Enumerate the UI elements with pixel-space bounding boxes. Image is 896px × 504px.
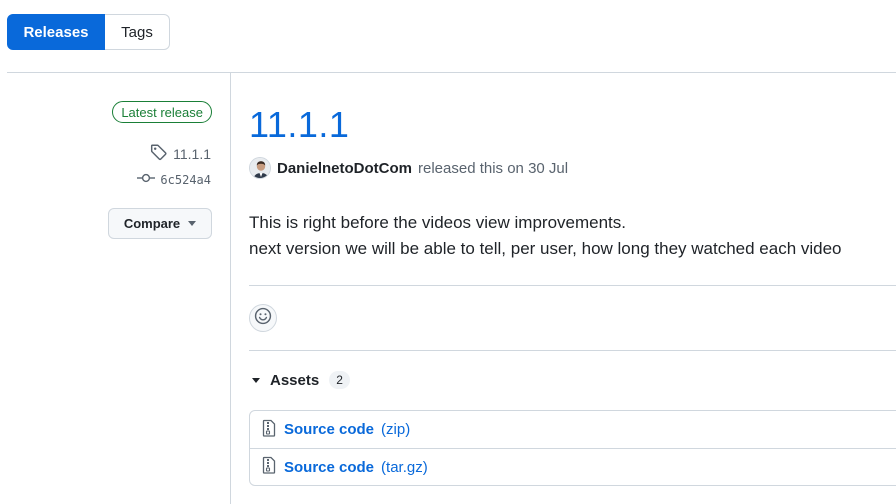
tab-tags[interactable]: Tags <box>105 14 170 50</box>
release-notes-line: This is right before the videos view imp… <box>249 213 626 232</box>
release-notes-line: next version we will be able to tell, pe… <box>249 239 842 258</box>
asset-ext: (zip) <box>381 421 411 438</box>
asset-source-targz[interactable]: Source code (tar.gz) <box>250 448 896 485</box>
tag-label: 11.1.1 <box>173 145 211 162</box>
commit-sha: 6c524a4 <box>160 172 211 187</box>
avatar[interactable] <box>249 157 271 179</box>
chevron-down-icon <box>188 221 197 226</box>
smiley-icon <box>254 307 272 330</box>
assets-count: 2 <box>329 371 350 389</box>
asset-ext: (tar.gz) <box>381 458 428 476</box>
author-name[interactable]: DanielnetoDotCom <box>277 160 412 177</box>
tab-releases[interactable]: Releases <box>7 14 105 50</box>
tag-link[interactable]: 11.1.1 <box>150 143 211 164</box>
compare-button[interactable]: Compare <box>108 208 212 239</box>
commit-icon <box>137 172 156 187</box>
add-reaction-button[interactable] <box>249 304 277 332</box>
assets-label: Assets <box>270 371 320 389</box>
compare-label: Compare <box>123 216 181 231</box>
release-author-line: DanielnetoDotCom released this on 30 Jul <box>249 157 568 179</box>
top-divider <box>7 72 896 73</box>
released-text: released this on 30 Jul <box>418 159 569 177</box>
divider <box>249 350 896 351</box>
divider <box>249 285 896 286</box>
latest-release-badge: Latest release <box>112 101 212 123</box>
file-zip-icon <box>261 419 277 441</box>
tag-icon <box>150 143 168 164</box>
release-title[interactable]: 11.1.1 <box>249 104 349 146</box>
asset-source-zip[interactable]: Source code (zip) <box>250 411 896 448</box>
asset-name: Source code <box>284 458 375 476</box>
releases-tags-tabs: Releases Tags <box>7 14 170 50</box>
triangle-down-icon <box>252 377 260 383</box>
commit-link[interactable]: 6c524a4 <box>137 172 211 187</box>
release-notes: This is right before the videos view imp… <box>249 210 842 262</box>
file-zip-icon <box>261 456 277 478</box>
asset-name: Source code <box>284 421 375 438</box>
sidebar-divider <box>230 73 231 504</box>
assets-toggle[interactable]: Assets 2 <box>252 371 350 389</box>
asset-list: Source code (zip) Source code (tar.gz) <box>249 410 896 486</box>
